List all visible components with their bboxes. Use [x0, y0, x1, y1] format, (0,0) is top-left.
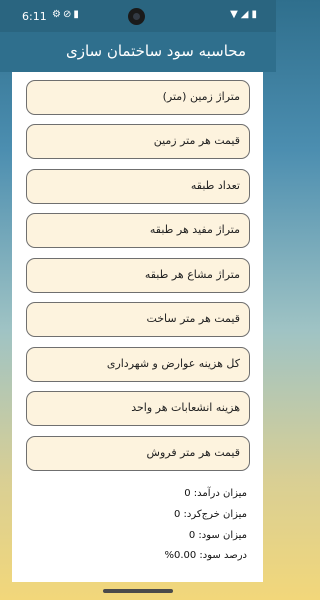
- signal-icon: ◢: [240, 9, 252, 20]
- status-bar: 6:11 ⚙⊘▮ ▼◢▮: [0, 0, 276, 32]
- block-icon: ⊘: [62, 9, 74, 20]
- fees-label: کل هزینه عوارض و شهرداری: [106, 357, 240, 370]
- utility-cost-label: هزینه انشعابات هر واحد: [131, 401, 240, 414]
- floor-count-label: تعداد طبقه: [190, 179, 240, 192]
- settings-icon: ⚙: [52, 9, 63, 20]
- calculator-form: متراژ زمین (متر) قیمت هر متر زمین تعداد …: [12, 72, 263, 582]
- common-area-input[interactable]: متراژ مشاع هر طبقه: [26, 258, 250, 293]
- income-result: میزان درآمد: 0: [184, 488, 247, 499]
- sale-price-label: قیمت هر متر فروش: [146, 446, 240, 459]
- build-price-input[interactable]: قیمت هر متر ساخت: [26, 302, 250, 337]
- app-bar: محاسبه سود ساختمان سازی: [0, 32, 276, 72]
- profit-percent-result: درصد سود: 0.00%: [164, 550, 247, 561]
- expense-result: میزان خرج‌کرد: 0: [173, 509, 247, 520]
- status-left-icons: ⚙⊘▮: [52, 9, 81, 20]
- camera-cutout: [128, 8, 145, 25]
- common-area-label: متراژ مشاع هر طبقه: [144, 268, 240, 281]
- land-price-label: قیمت هر متر زمین: [153, 134, 240, 147]
- profit-result: میزان سود: 0: [188, 530, 247, 541]
- land-price-input[interactable]: قیمت هر متر زمین: [26, 124, 250, 159]
- useful-area-input[interactable]: متراژ مفید هر طبقه: [26, 213, 250, 248]
- status-right-icons: ▼◢▮: [230, 9, 260, 20]
- build-price-label: قیمت هر متر ساخت: [146, 312, 240, 325]
- land-area-input[interactable]: متراژ زمین (متر): [26, 80, 250, 115]
- utility-cost-input[interactable]: هزینه انشعابات هر واحد: [26, 391, 250, 426]
- home-gesture-pill[interactable]: [103, 589, 173, 593]
- app-title: محاسبه سود ساختمان سازی: [65, 42, 246, 60]
- sim-icon: ▮: [73, 9, 81, 20]
- fees-input[interactable]: کل هزینه عوارض و شهرداری: [26, 347, 250, 382]
- wifi-icon: ▼: [230, 9, 241, 20]
- gesture-nav-bar: [0, 582, 276, 600]
- battery-icon: ▮: [251, 9, 260, 20]
- land-area-label: متراژ زمین (متر): [162, 90, 240, 103]
- status-time: 6:11: [22, 10, 47, 23]
- useful-area-label: متراژ مفید هر طبقه: [149, 223, 240, 236]
- floor-count-input[interactable]: تعداد طبقه: [26, 169, 250, 204]
- sale-price-input[interactable]: قیمت هر متر فروش: [26, 436, 250, 471]
